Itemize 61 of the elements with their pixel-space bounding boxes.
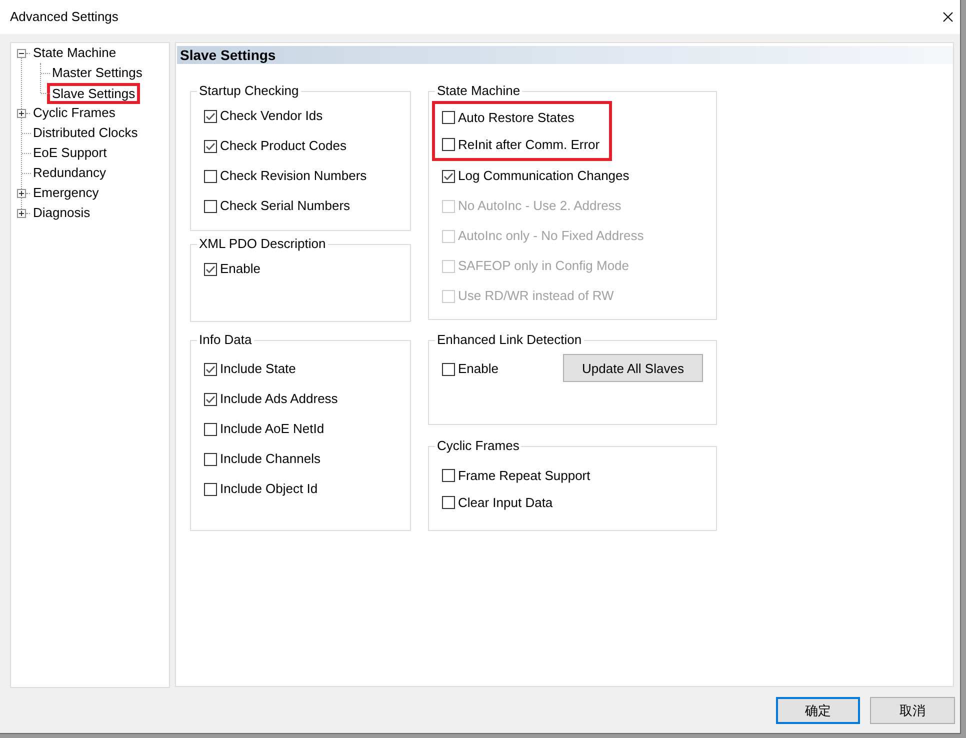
tree-item[interactable]: State Machine [31, 43, 118, 63]
checkbox-label: Frame Repeat Support [458, 468, 590, 484]
checkbox-label: Enable [458, 361, 498, 377]
group-title: Info Data [198, 332, 253, 348]
tree-item[interactable]: Master Settings [50, 63, 144, 83]
group-title: Enhanced Link Detection [436, 332, 583, 348]
checkbox-label: Include Channels [220, 451, 320, 467]
tree-item[interactable]: Redundancy [31, 163, 108, 183]
checkbox-label: Check Revision Numbers [220, 168, 367, 184]
checkbox[interactable] [442, 138, 455, 151]
tree-item[interactable]: Diagnosis [31, 203, 92, 223]
plus-box-icon[interactable] [17, 188, 26, 198]
tree-item[interactable]: Slave Settings [50, 86, 138, 100]
plus-box-icon[interactable] [17, 208, 26, 218]
checkbox[interactable] [442, 170, 455, 182]
group-title: Cyclic Frames [436, 438, 520, 454]
checkbox-label: AutoInc only - No Fixed Address [458, 228, 644, 244]
checkbox-label: Include Ads Address [220, 391, 338, 407]
checkbox-label: ReInit after Comm. Error [458, 136, 600, 152]
checkbox[interactable] [204, 452, 217, 466]
window-title: Advanced Settings [10, 9, 118, 25]
checkbox[interactable] [204, 262, 217, 276]
checkbox[interactable] [442, 469, 455, 482]
checkbox[interactable] [442, 362, 455, 376]
group-title: Startup Checking [198, 83, 300, 99]
checkbox[interactable] [204, 170, 217, 182]
tree-item[interactable]: Cyclic Frames [31, 103, 118, 123]
dialog-button[interactable]: 确定 [776, 697, 860, 724]
checkbox-label: Check Product Codes [220, 138, 346, 154]
checkbox-label: No AutoInc - Use 2. Address [458, 198, 622, 214]
update-button[interactable]: Update All Slaves [563, 354, 703, 382]
checkbox-label: Check Serial Numbers [220, 198, 350, 214]
checkbox[interactable] [204, 110, 217, 122]
checkbox-label: Clear Input Data [458, 494, 553, 510]
tree-item[interactable]: Distributed Clocks [31, 123, 140, 143]
group-title: XML PDO Description [198, 236, 327, 252]
checkbox-label: Use RD/WR instead of RW [458, 288, 614, 304]
dialog-button[interactable]: 取消 [870, 697, 955, 724]
checkbox[interactable] [204, 200, 217, 212]
checkbox[interactable] [204, 140, 217, 152]
tree-item[interactable]: Emergency [31, 183, 101, 203]
checkbox-label: Auto Restore States [458, 110, 574, 126]
plus-box-icon[interactable] [17, 108, 26, 118]
checkbox[interactable] [204, 482, 217, 496]
minus-box-icon[interactable] [17, 48, 26, 58]
close-icon[interactable] [943, 12, 953, 22]
group-title: State Machine [436, 83, 522, 99]
checkbox[interactable] [442, 496, 455, 509]
checkbox[interactable] [442, 111, 455, 124]
checkbox-label: Check Vendor Ids [220, 108, 323, 124]
checkbox[interactable] [204, 422, 217, 436]
checkbox-label: Include AoE NetId [220, 421, 324, 437]
checkbox-label: Include State [220, 361, 296, 377]
panel-header: Slave Settings [177, 46, 953, 64]
checkbox-label: Include Object Id [220, 481, 318, 497]
tree-item[interactable]: EoE Support [31, 143, 109, 163]
checkbox-label: Log Communication Changes [458, 168, 630, 184]
checkbox[interactable] [204, 392, 217, 406]
checkbox[interactable] [204, 362, 217, 376]
checkbox-label: SAFEOP only in Config Mode [458, 258, 630, 274]
checkbox-label: Enable [220, 261, 260, 277]
